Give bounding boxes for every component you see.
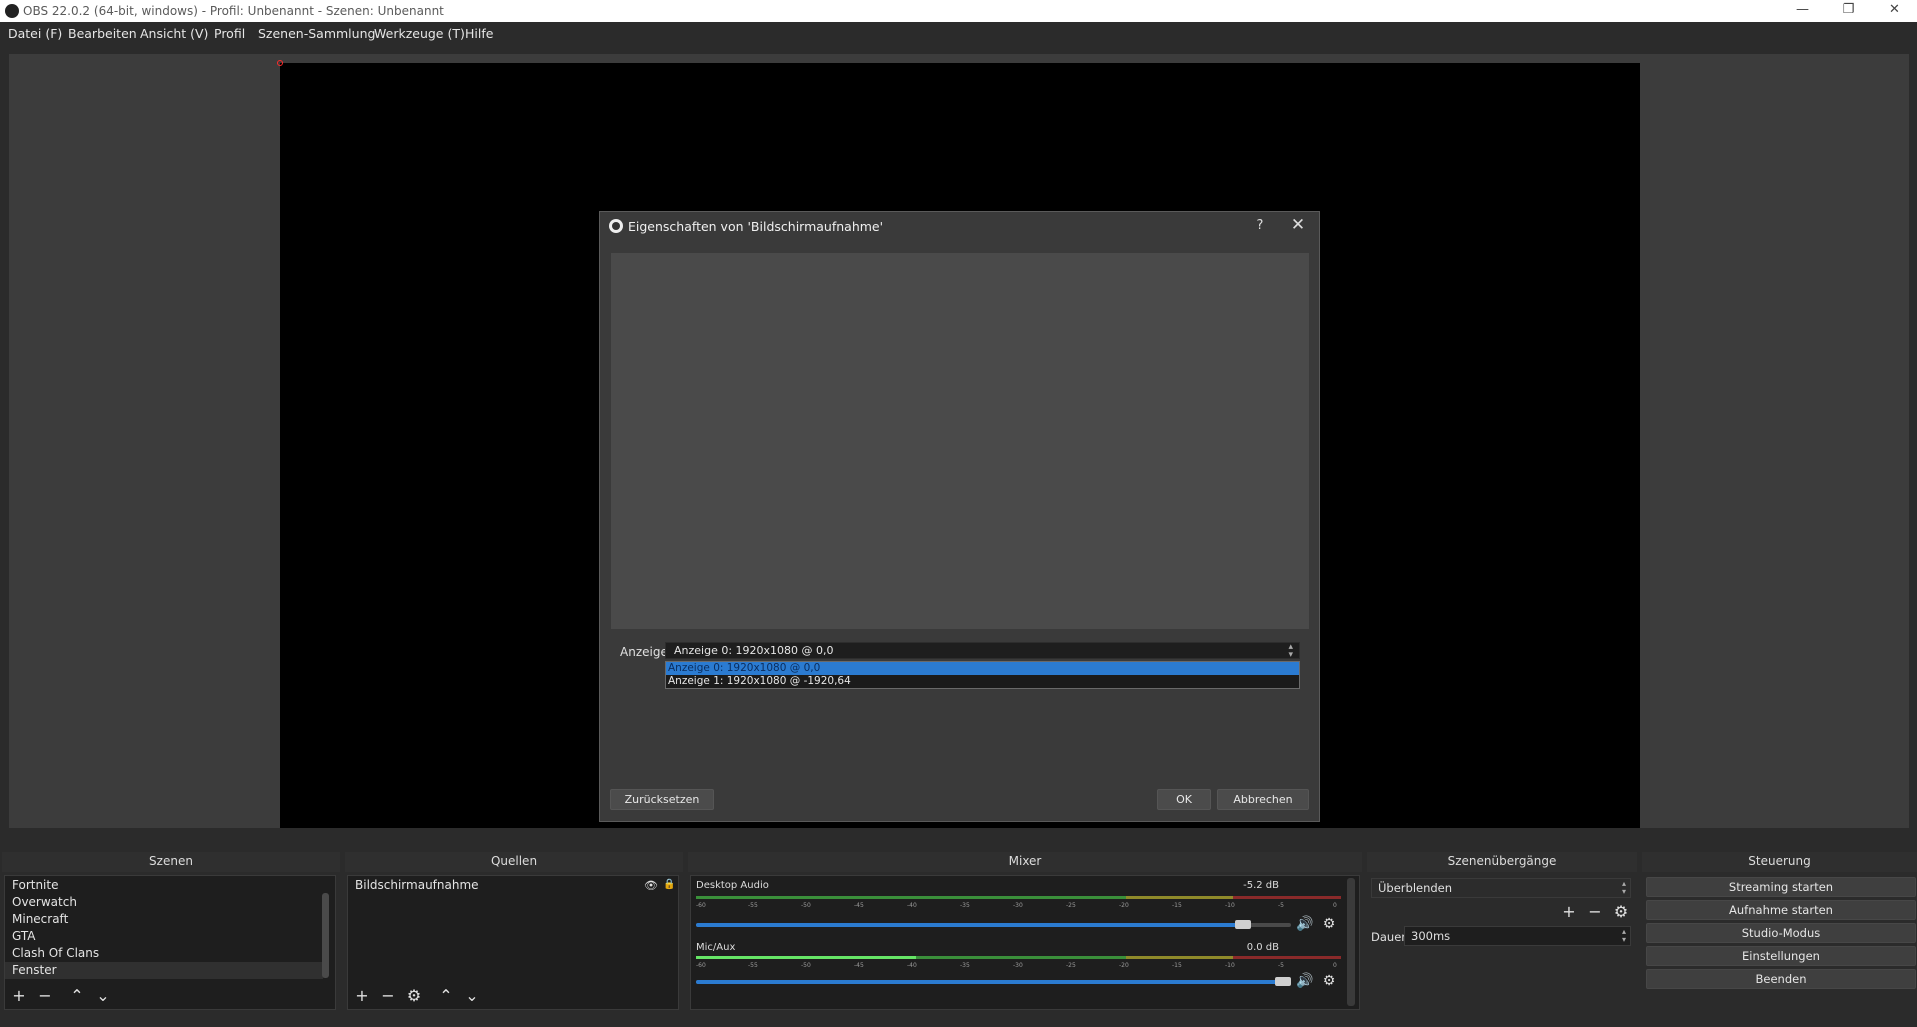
meter-ticks: -60 -55 -50 -45 -40 -35 -30 -25 -20 -15 -10 -5 0 <box>696 962 1337 969</box>
obs-logo-icon <box>5 4 19 18</box>
mixer-channel-name: Desktop Audio <box>696 880 769 891</box>
minimize-icon[interactable]: — <box>1780 0 1825 22</box>
remove-source-icon[interactable]: − <box>377 985 399 1007</box>
sources-toolbar: + − ⚙ ⌃ ⌄ <box>351 985 491 1009</box>
source-handle[interactable] <box>277 60 283 66</box>
scenes-dock-title: Szenen <box>2 852 340 872</box>
mixer-dock-title: Mixer <box>688 852 1362 872</box>
meter-ticks: -60 -55 -50 -45 -40 -35 -30 -25 -20 -15 -10 -5 0 <box>696 902 1337 909</box>
add-transition-icon[interactable]: + <box>1558 901 1580 923</box>
move-up-icon[interactable]: ⌃ <box>66 985 88 1007</box>
mixer-channel-name: Mic/Aux <box>696 942 736 953</box>
scene-item[interactable]: Clash Of Clans <box>5 945 335 962</box>
menu-hilfe[interactable]: Hilfe <box>465 26 493 41</box>
menu-datei[interactable]: Datei (F) <box>8 26 62 41</box>
volume-knob[interactable] <box>1275 977 1291 986</box>
menu-szenen-sammlung[interactable]: Szenen-Sammlung <box>258 26 375 41</box>
mixer-channel-db: 0.0 dB <box>1246 942 1279 953</box>
maximize-icon[interactable]: ❐ <box>1826 0 1871 22</box>
scene-item[interactable]: Fortnite <box>5 877 335 894</box>
help-icon[interactable]: ? <box>1250 216 1270 236</box>
settings-button[interactable]: Einstellungen <box>1646 946 1916 966</box>
mixer-scrollbar[interactable] <box>1347 878 1355 1006</box>
cancel-button[interactable]: Abbrechen <box>1217 789 1309 810</box>
mixer-channel-db: -5.2 dB <box>1243 880 1279 891</box>
scenes-toolbar: + − ⌃ ⌄ <box>8 985 128 1009</box>
studio-mode-button[interactable]: Studio-Modus <box>1646 923 1916 943</box>
duration-label: Dauer <box>1371 930 1406 944</box>
dropdown-option[interactable]: Anzeige 1: 1920x1080 @ -1920,64 <box>666 675 1299 688</box>
gear-icon[interactable]: ⚙ <box>403 985 425 1007</box>
menu-bearbeiten[interactable]: Bearbeiten <box>68 26 137 41</box>
eye-icon[interactable]: 👁 <box>644 879 658 892</box>
speaker-icon[interactable]: 🔊 <box>1296 916 1313 932</box>
close-icon[interactable]: ✕ <box>1288 215 1308 235</box>
duration-value: 300ms <box>1411 929 1451 943</box>
scene-item-active[interactable]: Fenster <box>5 962 323 979</box>
scene-item[interactable]: GTA <box>5 928 335 945</box>
dropdown-option[interactable]: Anzeige 0: 1920x1080 @ 0,0 <box>666 662 1299 675</box>
gear-icon[interactable]: ⚙ <box>1610 901 1632 923</box>
lock-icon[interactable]: 🔒 <box>663 879 675 891</box>
anzeige-label: Anzeige <box>620 645 668 659</box>
audio-meter <box>696 896 1341 899</box>
add-scene-icon[interactable]: + <box>8 985 30 1007</box>
duration-spinbox[interactable]: 300ms ▴ ▾ <box>1404 926 1631 946</box>
chevron-updown-icon: ▴ ▾ <box>1288 642 1293 660</box>
anzeige-selected-value: Anzeige 0: 1920x1080 @ 0,0 <box>674 644 834 657</box>
remove-transition-icon[interactable]: − <box>1584 901 1606 923</box>
move-down-icon[interactable]: ⌄ <box>461 985 483 1007</box>
scenes-scrollbar[interactable] <box>322 893 329 978</box>
menu-profil[interactable]: Profil <box>214 26 245 41</box>
anzeige-dropdown-list: Anzeige 0: 1920x1080 @ 0,0 Anzeige 1: 19… <box>665 661 1300 689</box>
menu-ansicht[interactable]: Ansicht (V) <box>140 26 208 41</box>
controls-dock-title: Steuerung <box>1642 852 1917 872</box>
sources-dock-title: Quellen <box>345 852 683 872</box>
scene-item[interactable]: Minecraft <box>5 911 335 928</box>
window-titlebar: OBS 22.0.2 (64-bit, windows) - Profil: U… <box>0 0 1917 22</box>
volume-fill <box>696 980 1291 984</box>
move-up-icon[interactable]: ⌃ <box>435 985 457 1007</box>
menu-werkzeuge[interactable]: Werkzeuge (T) <box>374 26 465 41</box>
volume-slider[interactable] <box>696 977 1291 986</box>
dialog-titlebar: Eigenschaften von 'Bildschirmaufnahme' ?… <box>600 212 1319 240</box>
speaker-icon[interactable]: 🔊 <box>1296 973 1313 989</box>
move-down-icon[interactable]: ⌄ <box>92 985 114 1007</box>
gear-icon[interactable]: ⚙ <box>1321 973 1337 989</box>
ok-button[interactable]: OK <box>1157 789 1211 810</box>
anzeige-select[interactable]: Anzeige 0: 1920x1080 @ 0,0 ▴ ▾ <box>665 642 1300 660</box>
audio-meter <box>696 956 1341 959</box>
start-streaming-button[interactable]: Streaming starten <box>1646 877 1916 897</box>
source-item[interactable]: Bildschirmaufnahme <box>348 877 678 894</box>
start-recording-button[interactable]: Aufnahme starten <box>1646 900 1916 920</box>
chevron-updown-icon: ▴ ▾ <box>1621 927 1626 944</box>
close-window-icon[interactable]: ✕ <box>1872 0 1917 22</box>
reset-button[interactable]: Zurücksetzen <box>610 789 714 810</box>
obs-logo-icon <box>609 219 623 233</box>
add-source-icon[interactable]: + <box>351 985 373 1007</box>
transition-select[interactable]: Überblenden ▴ ▾ <box>1371 878 1631 898</box>
volume-slider[interactable] <box>696 920 1291 929</box>
exit-button[interactable]: Beenden <box>1646 969 1916 989</box>
volume-knob[interactable] <box>1235 920 1252 929</box>
transitions-dock-title: Szenenübergänge <box>1367 852 1637 872</box>
dialog-preview <box>611 253 1309 629</box>
scene-item[interactable]: Overwatch <box>5 894 335 911</box>
mixer-panel: Desktop Audio -5.2 dB -60 -55 -50 -45 -40 -35… <box>690 875 1360 1010</box>
window-title: OBS 22.0.2 (64-bit, windows) - Profil: U… <box>23 4 444 18</box>
transition-selected-value: Überblenden <box>1378 881 1453 895</box>
volume-fill <box>696 923 1244 927</box>
menu-bar: Datei (F) Bearbeiten Ansicht (V) Profil … <box>0 22 1917 46</box>
remove-scene-icon[interactable]: − <box>34 985 56 1007</box>
dialog-title: Eigenschaften von 'Bildschirmaufnahme' <box>628 219 884 234</box>
gear-icon[interactable]: ⚙ <box>1321 916 1337 932</box>
chevron-updown-icon: ▴ ▾ <box>1621 879 1626 896</box>
properties-dialog: Eigenschaften von 'Bildschirmaufnahme' ?… <box>599 211 1320 822</box>
